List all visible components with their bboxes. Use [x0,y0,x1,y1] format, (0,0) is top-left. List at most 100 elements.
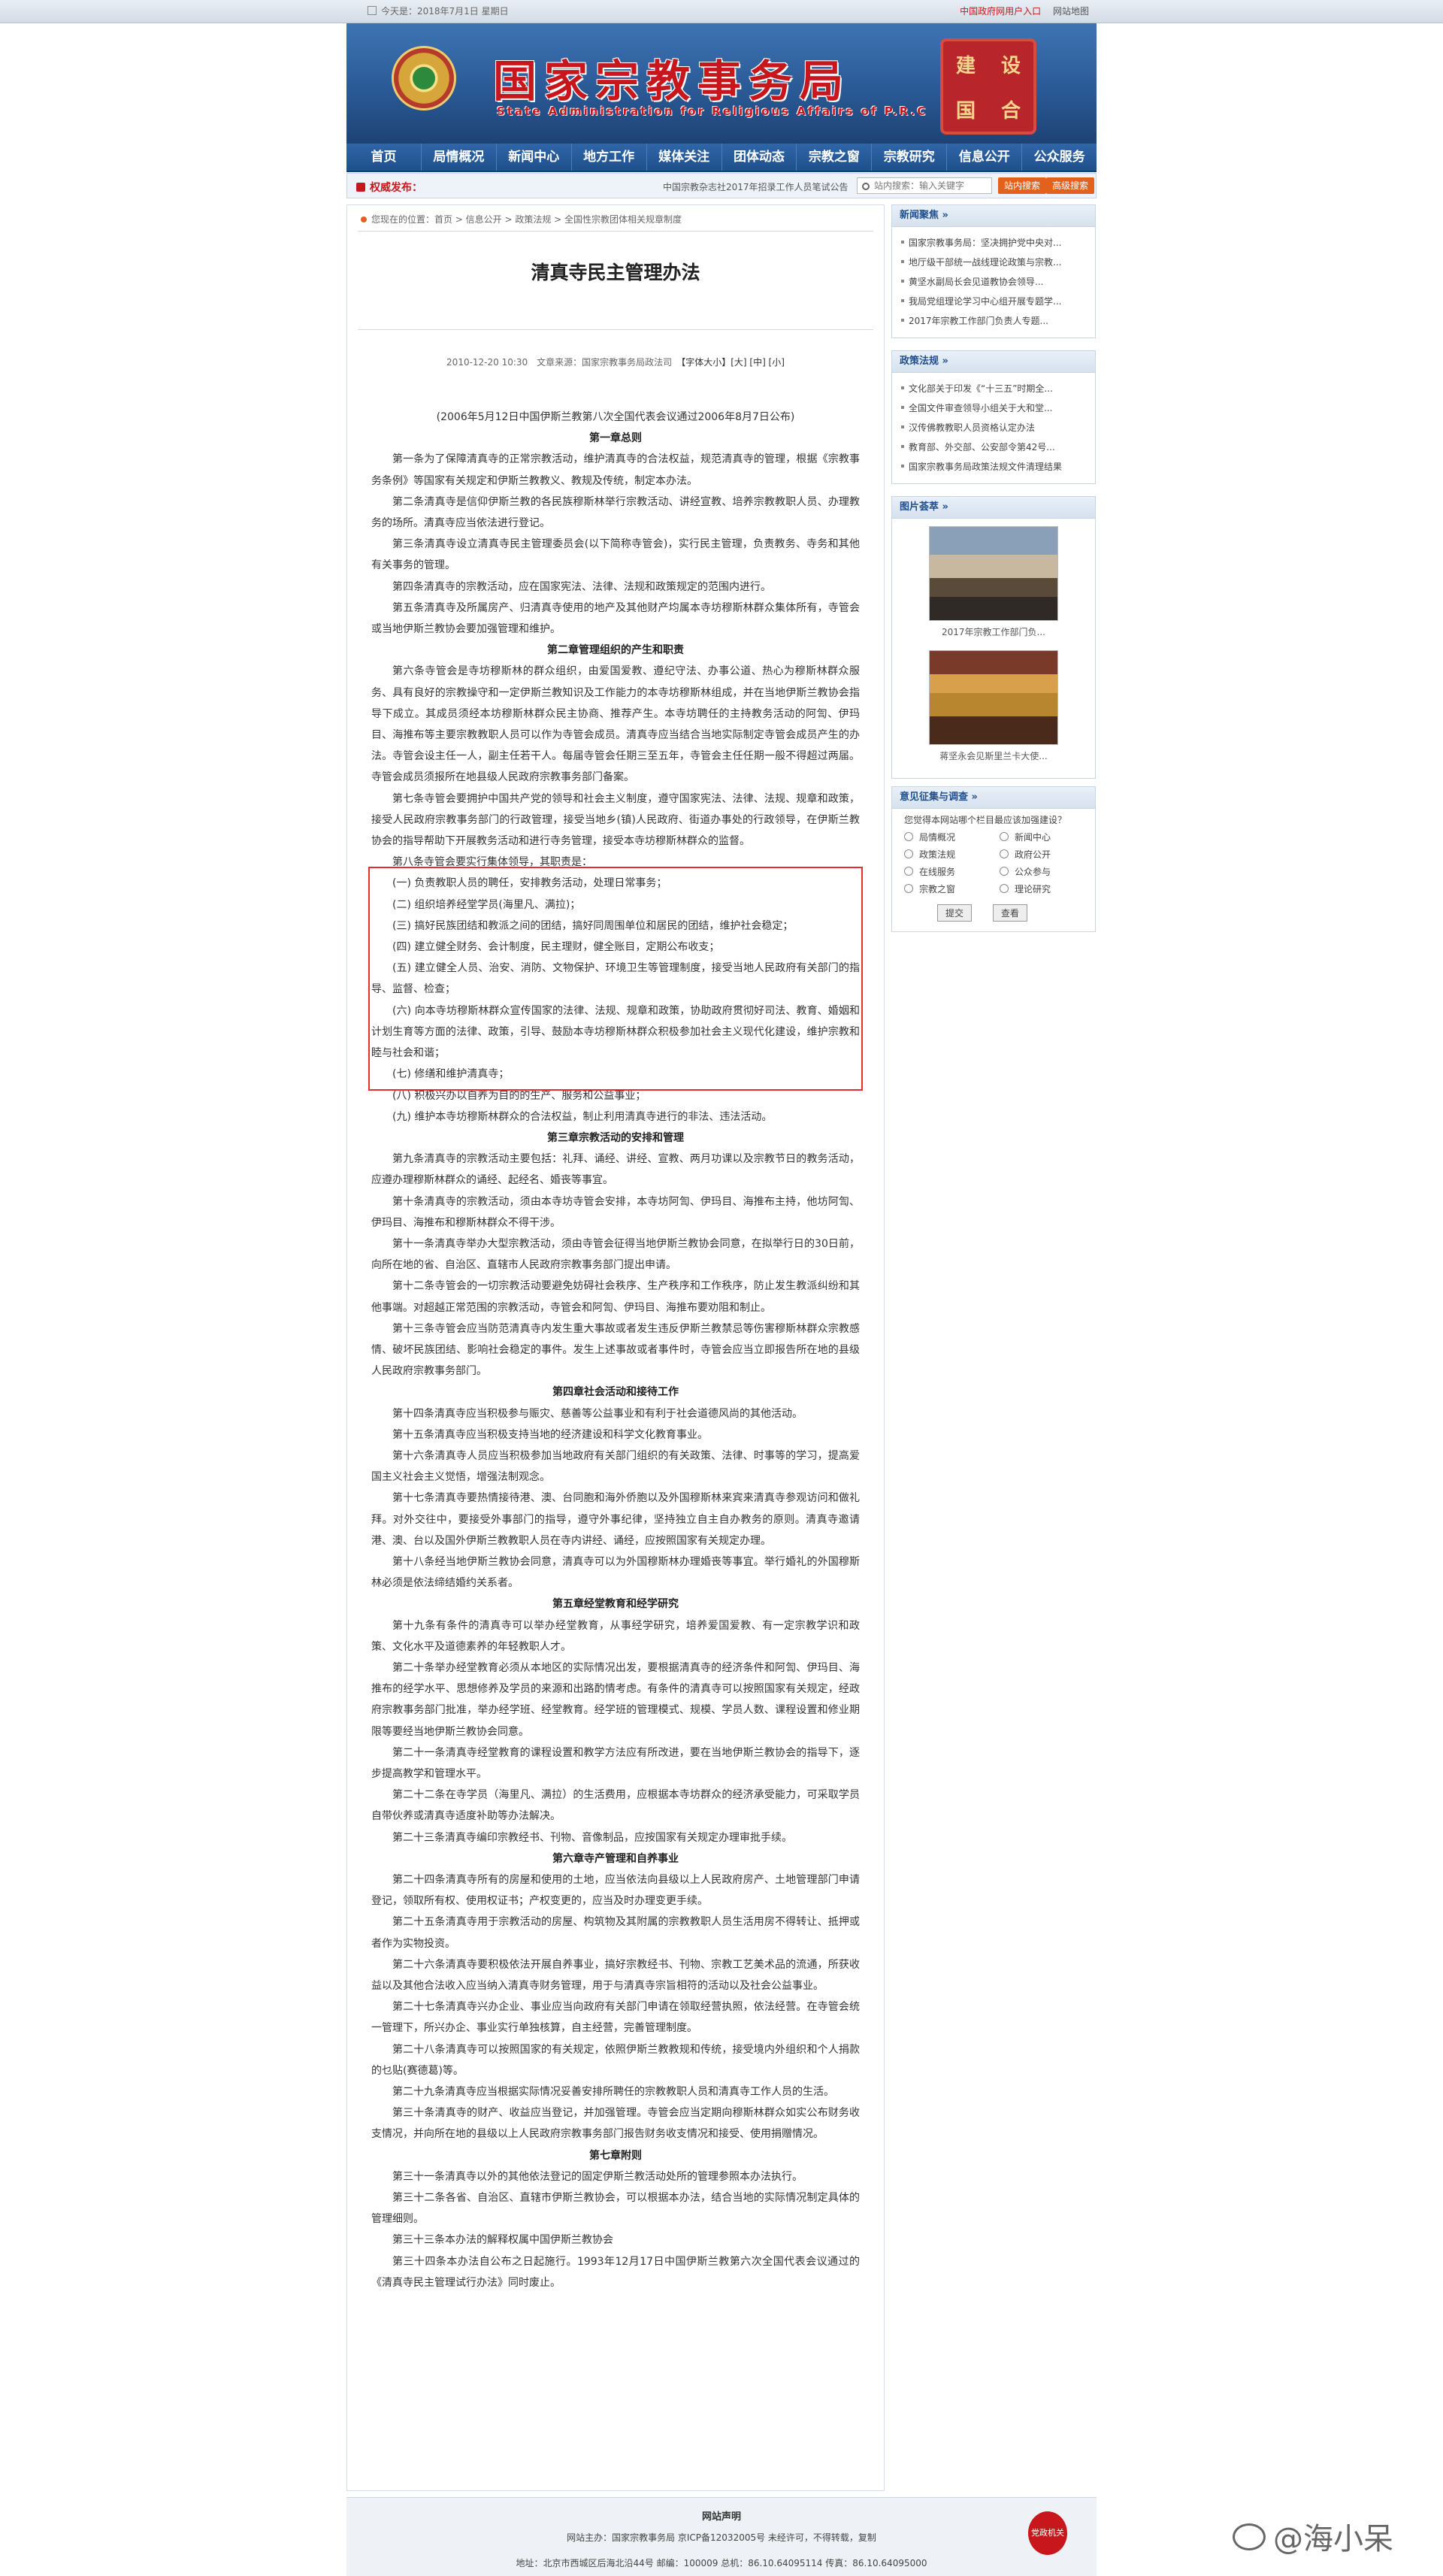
footer-address: 地址：北京市西城区后海北沿44号 邮编：100009 总机：86.10.6409… [516,2558,927,2568]
weibo-icon [1233,2523,1266,2550]
news-heading[interactable]: 新闻聚焦 » [892,205,1095,227]
radio-icon[interactable] [904,832,913,841]
article-paragraph: (三) 搞好民族团结和教派之间的团结，搞好同周围单位和居民的团结，维护社会稳定； [392,919,794,932]
policy-item-link[interactable]: 国家宗教事务局政策法规文件清理结果 [901,457,1095,477]
gov-badge-icon[interactable]: 党政机关 [1028,2511,1067,2555]
seal-logo-icon: 建设 国合 [940,38,1036,135]
notice-ticker[interactable]: 中国宗教杂志社2017年招录工作人员笔试公告 [663,180,849,193]
survey-question: 您觉得本网站哪个栏目最应该加强建设？ [904,815,1067,825]
article-paragraph: (2006年5月12日中国伊斯兰教第八次全国代表会议通过2006年8月7日公布) [436,411,795,423]
news-item-link[interactable]: 地厅级干部统一战线理论政策与宗教... [901,253,1095,272]
article-paragraph: 第十五条清真寺应当积极支持当地的经济建设和科学文化教育事业。 [392,1428,708,1441]
chapter-heading: 第三章宗教活动的安排和管理 [547,1131,684,1144]
date-text: 今天是：2018年7月1日 星期日 [368,0,509,23]
photo-caption[interactable]: 蒋坚永会见斯里兰卡大使... [892,749,1095,762]
article-paragraph: 第三十四条本办法自公布之日起施行。1993年12月17日中国伊斯兰教第六次全国代… [371,2255,860,2289]
article-title: 清真寺民主管理办法 [531,262,700,283]
survey-option[interactable]: 政府公开 [1000,848,1095,861]
notice-bar: 权威发布： 中国宗教杂志社2017年招录工作人员笔试公告 站内搜索：输入关键字 … [346,173,1097,198]
font-size-controls[interactable]: 【字体大小】[大] [中] [小] [681,357,785,368]
article-paragraph: (六) 向本寺坊穆斯林群众宣传国家的法律、法规、规章和政策，协助政府贯彻好司法、… [371,1004,860,1060]
article-paragraph: 第三十一条清真寺以外的其他依法登记的固定伊斯兰教活动处所的管理参照本办法执行。 [392,2170,803,2183]
survey-submit-button[interactable]: 提交 [937,904,973,922]
survey-option[interactable]: 新闻中心 [1000,831,1095,843]
news-item-link[interactable]: 2017年宗教工作部门负责人专题... [901,311,1095,331]
agency-emblem-icon [392,46,456,110]
policy-heading[interactable]: 政策法规 » [892,351,1095,373]
article-paragraph: 第十一条清真寺举办大型宗教活动，须由寺管会征得当地伊斯兰教协会同意，在拟举行日的… [371,1237,860,1272]
policy-box: 政策法规 » 文化部关于印发《“十三五”时期全... 全国文件审查领导小组关于大和… [891,350,1096,484]
gov-portal-link[interactable]: 中国政府网用户入口 [960,6,1041,17]
news-item-link[interactable]: 国家宗教事务局：坚决拥护党中央对... [901,233,1095,253]
nav-religion[interactable]: 宗教之窗 [797,144,873,171]
survey-option[interactable]: 在线服务 [904,865,1000,878]
nav-local[interactable]: 地方工作 [572,144,647,171]
policy-item-link[interactable]: 教育部、外交部、公安部令第42号... [901,437,1095,457]
article-paragraph: 第二十三条清真寺编印宗教经书、刊物、音像制品，应按国家有关规定办理审批手续。 [392,1831,792,1844]
policy-item-link[interactable]: 汉传佛教教职人员资格认定办法 [901,418,1095,437]
radio-icon[interactable] [904,884,913,893]
article-paragraph: 第三十二条各省、自治区、直辖市伊斯兰教协会，可以根据本办法，结合当地的实际情况制… [371,2192,860,2226]
survey-view-button[interactable]: 查看 [992,904,1027,922]
nav-research[interactable]: 宗教研究 [872,144,948,171]
article-paragraph: (九) 维护本寺坊穆斯林群众的合法权益，制止利用清真寺进行的非法、违法活动。 [392,1110,773,1123]
survey-option-label: 局情概况 [919,832,956,843]
article-paragraph: 第十三条寺管会应当防范清真寺内发生重大事故或者发生违反伊斯兰教禁忌等伤害穆斯林群… [371,1322,860,1378]
calendar-icon [368,6,377,15]
advanced-search-button[interactable]: 高级搜索 [1046,177,1095,194]
radio-icon[interactable] [904,867,913,876]
policy-item-link[interactable]: 文化部关于印发《“十三五”时期全... [901,379,1095,398]
nav-media[interactable]: 媒体关注 [647,144,722,171]
site-banner: 国家宗教事务局 State Administration for Religio… [346,23,1097,144]
photo-caption[interactable]: 2017年宗教工作部门负... [892,625,1095,638]
news-item-link[interactable]: 我局党组理论学习中心组开展专题学... [901,292,1095,311]
chapter-heading: 第四章社会活动和接待工作 [552,1386,679,1399]
survey-option[interactable]: 政策法规 [904,848,1000,861]
article-body: (2006年5月12日中国伊斯兰教第八次全国代表会议通过2006年8月7日公布)… [368,407,863,2293]
survey-option-label: 宗教之窗 [919,884,956,894]
photo-heading[interactable]: 图片荟萃 » [892,497,1095,519]
article-paragraph: 第七条寺管会要拥护中国共产党的领导和社会主义制度，遵守国家宪法、法律、法规、规章… [371,792,860,848]
nav-about[interactable]: 局情概况 [422,144,497,171]
article-paragraph: 第六条寺管会是寺坊穆斯林的群众组织，由爱国爱教、遵纪守法、办事公道、热心为穆斯林… [371,665,860,784]
article-paragraph: 第三条清真寺设立清真寺民主管理委员会(以下简称寺管会)，实行民主管理，负责教务、… [371,538,860,572]
survey-option[interactable]: 局情概况 [904,831,1000,843]
bullet-icon [361,216,367,222]
radio-icon[interactable] [1000,867,1009,876]
survey-option[interactable]: 公众参与 [1000,865,1095,878]
chapter-heading: 第一章总则 [589,432,642,445]
article-paragraph: 第二十五条清真寺用于宗教活动的房屋、构筑物及其附属的宗教教职人员生活用房不得转让… [371,1916,860,1950]
photo-box: 图片荟萃 » 2017年宗教工作部门负... 蒋坚永会见斯里兰卡大使... [891,496,1096,779]
radio-icon[interactable] [1000,884,1009,893]
policy-item-link[interactable]: 全国文件审查领导小组关于大和堂... [901,398,1095,418]
nav-home[interactable]: 首页 [346,144,422,171]
sitemap-link[interactable]: 网站地图 [1053,6,1089,17]
survey-heading[interactable]: 意见征集与调查 » [892,787,1095,809]
nav-groups[interactable]: 团体动态 [722,144,797,171]
footer-statement-link[interactable]: 网站声明 [346,2508,1097,2523]
article-paragraph: 第三十条清真寺的财产、收益应当登记，并加强管理。寺管会应当定期向穆斯林群众如实公… [371,2107,860,2141]
survey-option[interactable]: 宗教之窗 [904,882,1000,895]
radio-icon[interactable] [904,849,913,858]
article-paragraph: 第二十八条清真寺可以按照国家的有关规定，依照伊斯兰教教规和传统，接受境内外组织和… [371,2043,860,2077]
nav-service[interactable]: 公众服务 [1022,144,1097,171]
main-nav: 首页 局情概况 新闻中心 地方工作 媒体关注 团体动态 宗教之窗 宗教研究 信息… [346,144,1097,172]
radio-icon[interactable] [1000,832,1009,841]
nav-info[interactable]: 信息公开 [947,144,1023,171]
news-list: 国家宗教事务局：坚决拥护党中央对... 地厅级干部统一战线理论政策与宗教... 黄坚… [892,227,1095,331]
article-paragraph: 第二十九条清真寺应当根据实际情况妥善安排所聘任的宗教教职人员和清真寺工作人员的生… [392,2086,834,2099]
watermark: @海小呆 [1233,2514,1393,2558]
notice-label: 权威发布： [356,180,422,195]
nav-news[interactable]: 新闻中心 [497,144,572,171]
news-item-link[interactable]: 黄坚水副局长会见道教协会领导... [901,272,1095,292]
search-input[interactable]: 站内搜索：输入关键字 [857,177,992,194]
article-paragraph: 第九条清真寺的宗教活动主要包括：礼拜、诵经、讲经、宣教、两月功课以及宗教节日的教… [371,1153,860,1187]
photo-reception[interactable] [929,650,1058,745]
radio-icon[interactable] [1000,849,1009,858]
site-search-button[interactable]: 站内搜索 [998,177,1047,194]
search-icon [862,183,870,190]
photo-meeting[interactable] [929,526,1058,621]
survey-option-label: 政府公开 [1015,849,1051,860]
survey-option[interactable]: 理论研究 [1000,882,1095,895]
article-paragraph: 第八条寺管会要实行集体领导，其职责是： [392,856,592,869]
